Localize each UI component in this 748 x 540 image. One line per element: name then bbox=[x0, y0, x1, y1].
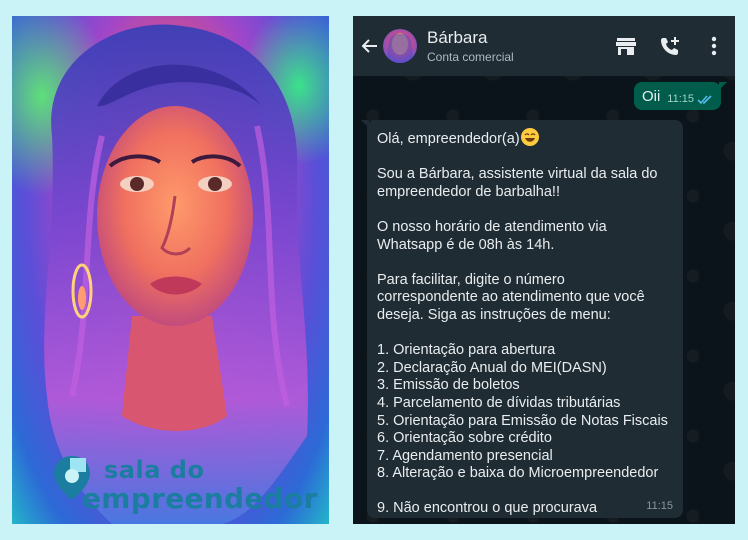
menu-option-5: 5. Orientação para Emissão de Notas Fisc… bbox=[377, 412, 668, 429]
message-line bbox=[377, 149, 673, 167]
store-icon[interactable] bbox=[613, 33, 639, 59]
message-line: Para facilitar, digite o número bbox=[377, 271, 565, 288]
menu-option-1: 1. Orientação para abertura bbox=[377, 342, 556, 359]
menu-option-2: 2. Declaração Anual do MEI(DASN) bbox=[377, 359, 607, 376]
menu-option-9: 9. Não encontrou o que procurava bbox=[377, 500, 598, 517]
portrait-image: sala do empreendedor bbox=[12, 16, 329, 524]
contact-status: Conta comercial bbox=[427, 49, 514, 64]
message-line: correspondente ao atendimento que você bbox=[377, 289, 645, 306]
back-arrow-icon[interactable] bbox=[357, 16, 383, 76]
menu-option-7: 7. Agendamento presencial bbox=[377, 447, 553, 464]
add-call-icon[interactable] bbox=[657, 33, 683, 59]
brand-line1: sala do bbox=[104, 456, 205, 484]
message-line bbox=[377, 325, 673, 343]
message-line: Olá, empreendedor(a) bbox=[377, 128, 673, 149]
message-line: deseja. Siga as instruções de menu: bbox=[377, 306, 611, 323]
message-line: empreendedor de barbalha!! bbox=[377, 183, 560, 200]
contact-name: Bárbara bbox=[427, 27, 488, 47]
message-line: O nosso horário de atendimento via bbox=[377, 218, 607, 235]
menu-option-6: 6. Orientação sobre crédito bbox=[377, 430, 552, 447]
menu-option-8: 8. Alteração e baixa do Microempreendedo… bbox=[377, 465, 659, 482]
sent-message-time: 11:15 bbox=[667, 93, 694, 105]
greeting-text: Olá, empreendedor(a) bbox=[377, 131, 520, 147]
message-line: Whatsapp é de 08h às 14h. bbox=[377, 236, 555, 253]
received-message-time: 11:15 bbox=[646, 500, 673, 512]
more-vert-icon[interactable] bbox=[701, 33, 727, 59]
sent-message[interactable]: Oii 11:15 bbox=[633, 82, 728, 110]
chat-window: Bárbara Conta comercial Oii 11:15 Olá, e… bbox=[353, 16, 735, 524]
menu-option-4: 4. Parcelamento de dívidas tributárias bbox=[377, 394, 621, 411]
brand-line2: empreendedor bbox=[82, 482, 318, 515]
message-line bbox=[377, 483, 673, 501]
chat-header: Bárbara Conta comercial bbox=[353, 16, 735, 76]
avatar[interactable] bbox=[383, 29, 417, 63]
read-receipt-icon bbox=[697, 94, 712, 104]
brand-logo: sala do empreendedor bbox=[46, 448, 318, 520]
message-line bbox=[377, 201, 673, 219]
sent-message-text: Oii bbox=[641, 88, 661, 105]
contact-info[interactable]: Bárbara Conta comercial bbox=[427, 28, 514, 65]
message-line: Sou a Bárbara, assistente virtual da sal… bbox=[377, 166, 658, 183]
received-message[interactable]: Olá, empreendedor(a) Sou a Bárbara, assi… bbox=[361, 120, 683, 518]
message-line bbox=[377, 254, 673, 272]
smiling-emoji-icon bbox=[520, 128, 539, 146]
menu-option-3: 3. Emissão de boletos bbox=[377, 377, 520, 394]
